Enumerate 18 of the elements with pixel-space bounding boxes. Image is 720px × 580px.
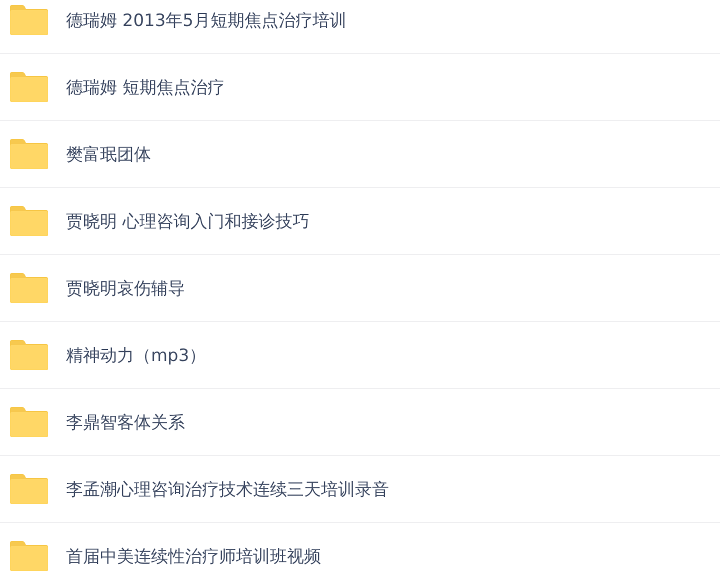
folder-icon (9, 138, 49, 170)
folder-name[interactable]: 李鼎智客体关系 (66, 410, 185, 434)
folder-icon (9, 406, 49, 438)
folder-icon (9, 205, 49, 237)
folder-name[interactable]: 贾晓明 心理咨询入门和接诊技巧 (66, 210, 310, 232)
folder-icon (9, 540, 49, 572)
folder-name[interactable]: 贾晓明哀伤辅导 (66, 276, 185, 300)
folder-icon (9, 4, 49, 36)
folder-icon (9, 473, 49, 505)
folder-name[interactable]: 德瑞姆 短期焦点治疗 (66, 76, 224, 98)
folder-name[interactable]: 樊富珉团体 (66, 142, 151, 166)
folder-icon (9, 339, 49, 371)
folder-icon (9, 71, 49, 103)
folder-name[interactable]: 李孟潮心理咨询治疗技术连续三天培训录音 (66, 478, 389, 500)
folder-name[interactable]: 德瑞姆 2013年5月短期焦点治疗培训 (66, 8, 346, 32)
folder-name[interactable]: 首届中美连续性治疗师培训班视频 (66, 544, 321, 568)
folder-name[interactable]: 精神动力（mp3） (66, 344, 206, 366)
folder-icon (9, 272, 49, 304)
